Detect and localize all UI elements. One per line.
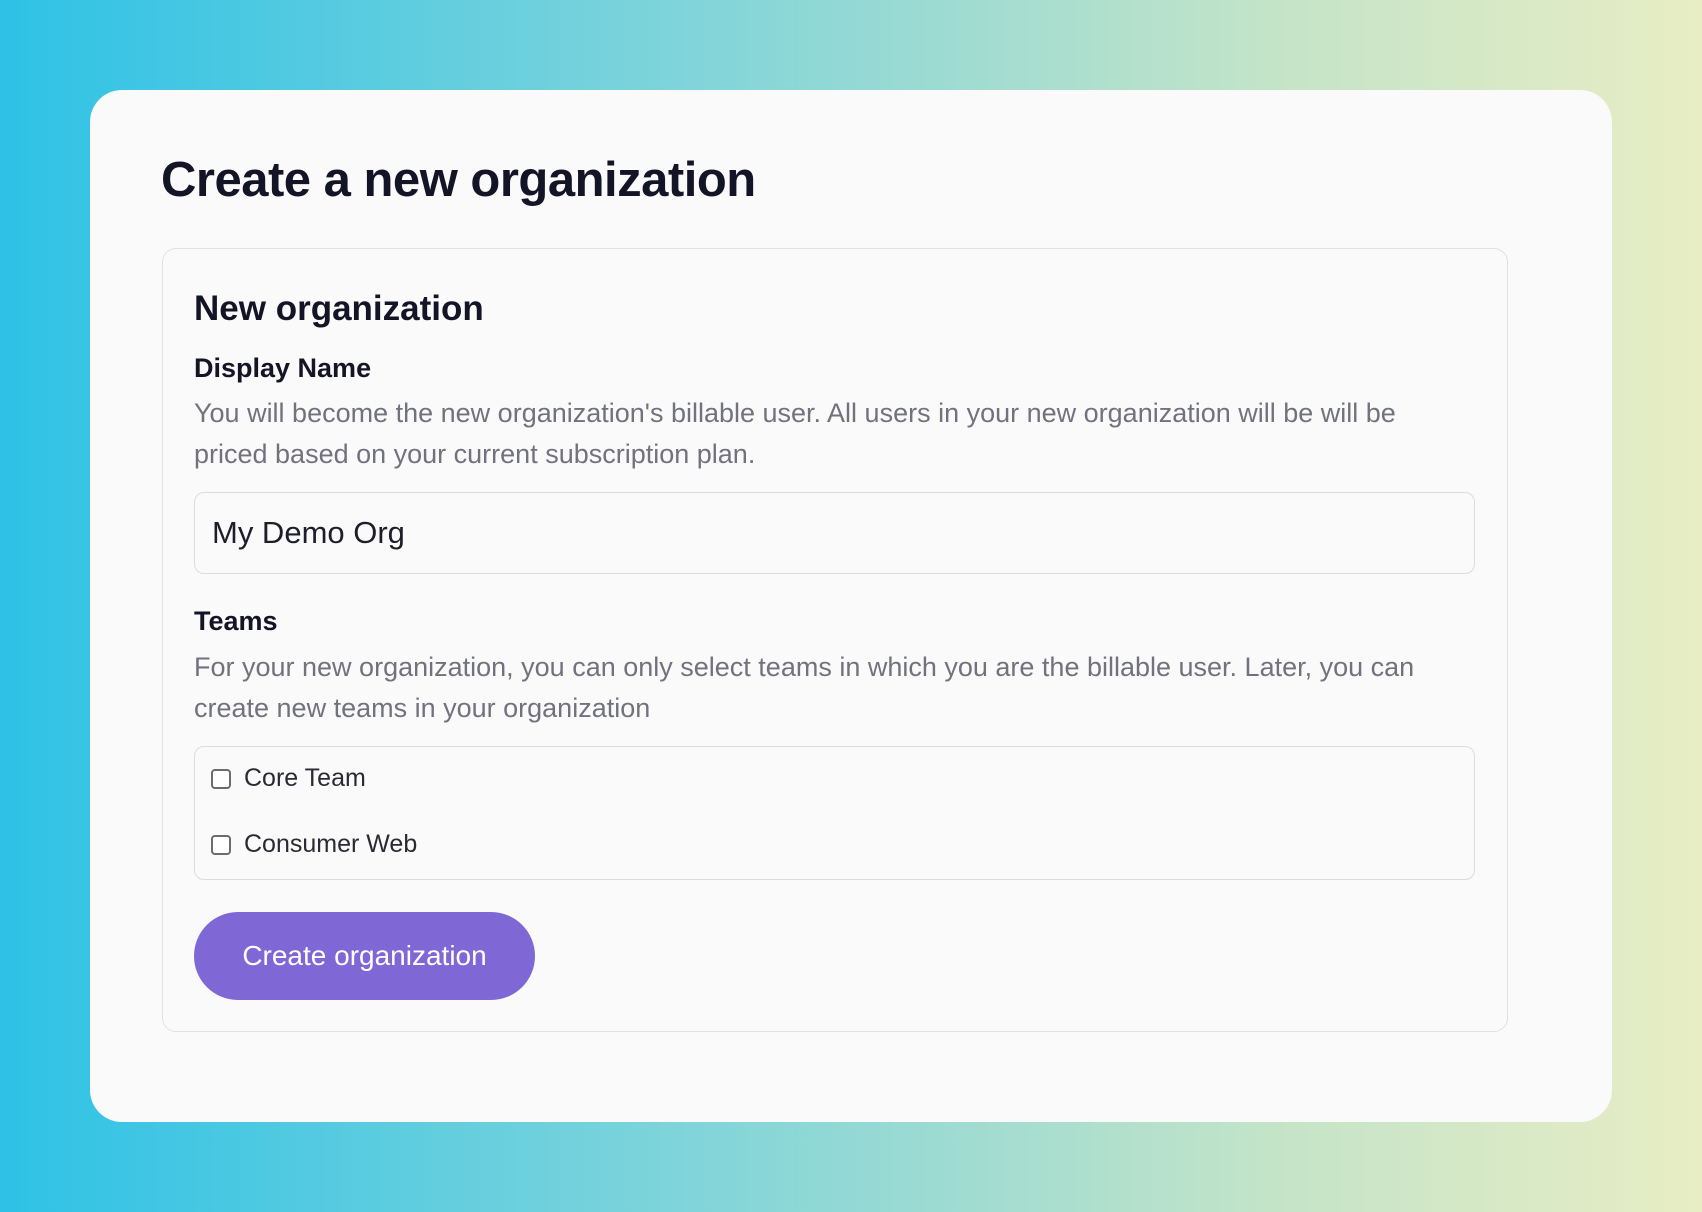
display-name-help-text: You will become the new organization's b… — [194, 398, 1396, 469]
page-title: Create a new organization — [161, 153, 756, 207]
teams-help-text: For your new organization, you can only … — [194, 652, 1415, 723]
team-option-label: Core Team — [244, 764, 366, 792]
team-option-consumer-web[interactable]: Consumer Web — [211, 830, 417, 859]
teams-label: Teams — [194, 606, 278, 636]
display-name-input[interactable] — [194, 492, 1475, 574]
display-name-label: Display Name — [194, 353, 372, 383]
team-option-core-team[interactable]: Core Team — [211, 764, 366, 793]
core-team-checkbox[interactable] — [211, 768, 231, 789]
section-title: New organization — [194, 289, 484, 328]
new-organization-form: New organization Display Name You will b… — [162, 248, 1508, 1032]
create-organization-button[interactable]: Create organization — [194, 912, 535, 1000]
page-card: Create a new organization New organizati… — [90, 90, 1612, 1122]
team-option-label: Consumer Web — [244, 830, 418, 858]
teams-list: Core Team Consumer Web — [194, 746, 1475, 880]
consumer-web-checkbox[interactable] — [211, 834, 231, 855]
